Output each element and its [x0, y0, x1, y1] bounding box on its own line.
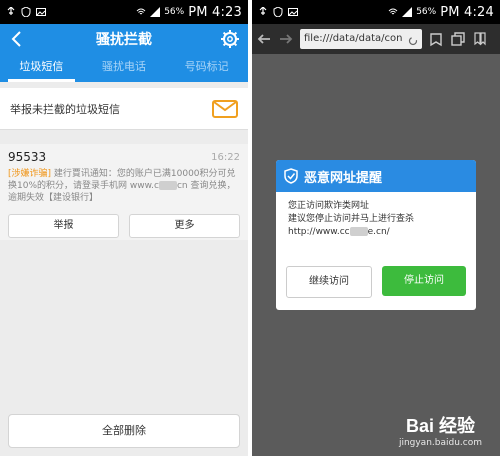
watermark-site: jingyan.baidu.com: [398, 438, 482, 448]
page-title: 骚扰拦截: [96, 32, 152, 48]
fraud-tag: [涉嫌诈骗]: [8, 169, 52, 179]
baidu-watermark: Bai 经验 jingyan.baidu.com: [399, 412, 482, 448]
browser-toolbar: file:///data/data/con: [252, 24, 500, 54]
usb-icon: [6, 6, 16, 17]
bookmark-icon[interactable]: [428, 31, 444, 47]
shield-check-icon: [284, 168, 298, 184]
clock: PM 4:23: [188, 4, 242, 20]
url-part-1: http://www.cc: [288, 227, 350, 237]
shield-status-icon: [273, 6, 283, 18]
left-screen: 56% PM 4:23 骚扰拦截 垃圾短信 骚扰电话 号码标记 举报未拦截的垃圾…: [0, 0, 248, 456]
status-bar: 56% PM 4:24: [252, 0, 500, 24]
status-bar: 56% PM 4:23: [0, 0, 248, 24]
signal-icon: [402, 7, 413, 17]
report-unblocked-label: 举报未拦截的垃圾短信: [10, 102, 120, 116]
dialog-header: 恶意网址提醒: [276, 160, 476, 192]
app-header: 骚扰拦截: [0, 24, 248, 54]
signal-icon: [150, 7, 161, 17]
more-button[interactable]: 更多: [129, 214, 240, 238]
message-time: 16:22: [211, 151, 240, 163]
continue-visit-button[interactable]: 继续访问: [286, 266, 372, 298]
url-text: file:///data/data/con: [304, 33, 403, 44]
wifi-icon: [388, 7, 398, 17]
malicious-url-dialog: 恶意网址提醒 您正访问欺诈类网址 建议您停止访问并马上进行查杀 http://w…: [276, 160, 476, 310]
back-arrow-icon[interactable]: [8, 30, 26, 48]
usb-icon: [258, 6, 268, 17]
tab-spam-sms[interactable]: 垃圾短信: [0, 54, 83, 82]
loading-icon: [408, 34, 418, 46]
windows-icon[interactable]: [450, 31, 466, 47]
stop-visit-button[interactable]: 停止访问: [382, 266, 466, 296]
bookmarks-list-icon[interactable]: [472, 31, 488, 47]
back-arrow-icon[interactable]: [256, 31, 272, 47]
forward-arrow-icon[interactable]: [278, 31, 294, 47]
dialog-line-2: 建议您停止访问并马上进行查杀: [288, 214, 415, 224]
report-button[interactable]: 举报: [8, 214, 119, 238]
message-actions: 举报 更多: [8, 214, 240, 238]
tab-bar: 垃圾短信 骚扰电话 号码标记: [0, 54, 248, 82]
message-sender: 95533: [8, 150, 47, 164]
message-body: [涉嫌诈骗] 建行賈讯通知：您的账户已满10000积分可兑换10%的积分，请登录…: [8, 168, 240, 204]
redacted-block: [349, 227, 368, 236]
shield-status-icon: [21, 6, 31, 18]
dialog-line-1: 您正访问欺诈类网址: [288, 201, 370, 211]
battery-level: 56%: [164, 7, 185, 17]
gear-icon[interactable]: [220, 29, 240, 49]
image-status-icon: [36, 7, 46, 17]
tab-number-mark[interactable]: 号码标记: [165, 54, 248, 82]
dialog-buttons: 继续访问 停止访问: [286, 266, 466, 298]
dialog-url: http://www.cc e.cn/: [288, 226, 464, 239]
dialog-body: 您正访问欺诈类网址 建议您停止访问并马上进行查杀 http://www.cc e.…: [276, 192, 476, 247]
wifi-icon: [136, 7, 146, 17]
right-screen: 56% PM 4:24 file:///data/data/con 恶意网址提醒…: [252, 0, 500, 456]
tab-harass-calls[interactable]: 骚扰电话: [83, 54, 166, 82]
image-status-icon: [288, 7, 298, 17]
dialog-title: 恶意网址提醒: [304, 170, 383, 186]
battery-level: 56%: [416, 7, 437, 17]
delete-all-button[interactable]: 全部删除: [8, 414, 240, 448]
mail-icon: [212, 99, 238, 119]
report-unblocked-row[interactable]: 举报未拦截的垃圾短信: [0, 88, 248, 130]
redacted-block: [158, 181, 177, 190]
url-part-2: e.cn/: [367, 227, 390, 237]
clock: PM 4:24: [440, 4, 494, 20]
watermark-logo: Bai 经验: [405, 416, 475, 436]
url-field[interactable]: file:///data/data/con: [300, 29, 422, 49]
